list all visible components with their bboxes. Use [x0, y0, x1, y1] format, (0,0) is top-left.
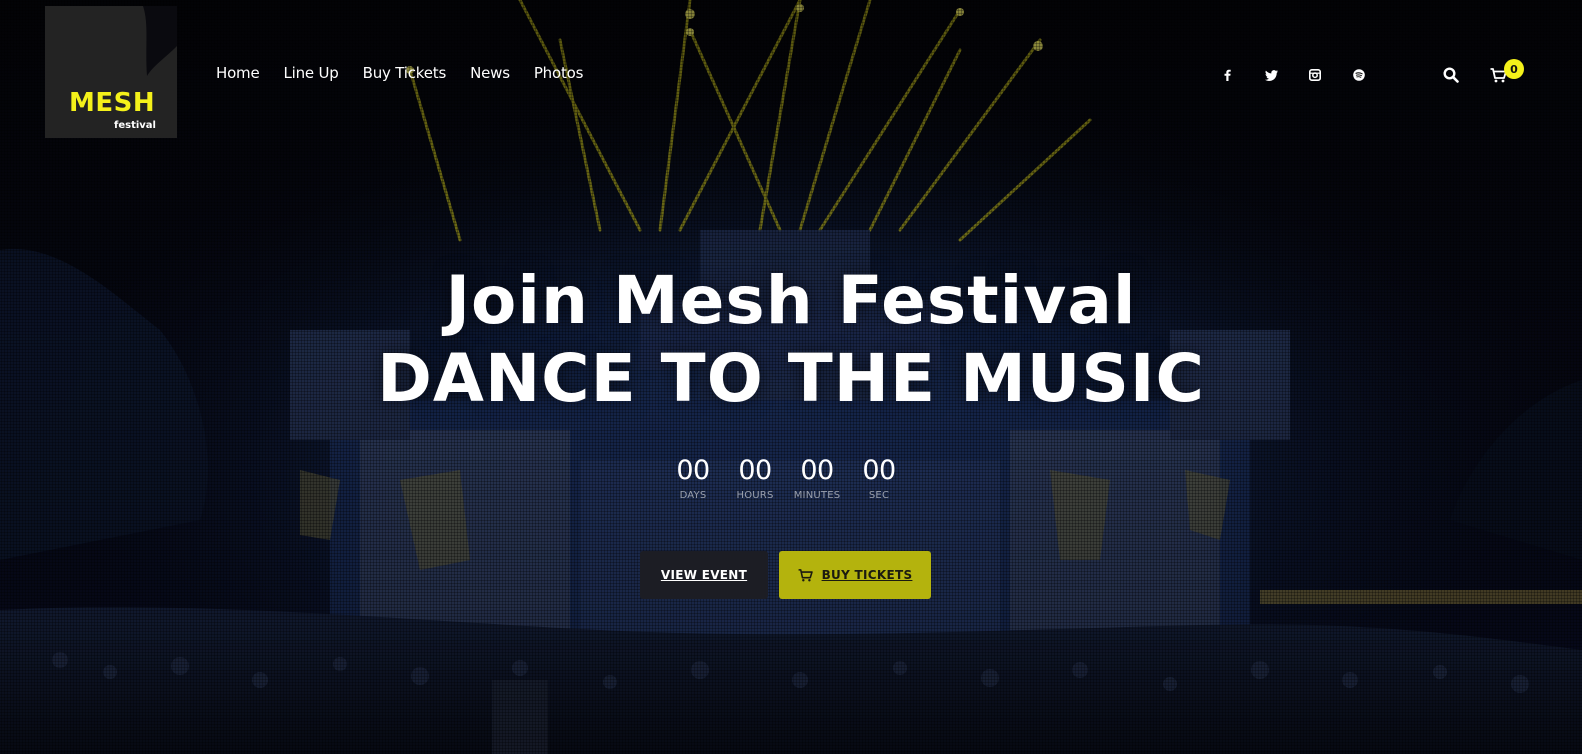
nav-buy-tickets[interactable]: Buy Tickets: [363, 64, 447, 82]
countdown-seconds-label: SEC: [868, 490, 890, 501]
header-tools: 0: [1440, 59, 1524, 85]
nav-news[interactable]: News: [470, 64, 510, 82]
main-nav: Home Line Up Buy Tickets News Photos: [216, 64, 607, 82]
countdown-days-label: DAYS: [679, 490, 707, 501]
countdown-hours-label: HOURS: [736, 490, 774, 501]
cart-count-badge: 0: [1504, 59, 1524, 79]
spotify-icon[interactable]: [1350, 66, 1368, 84]
logo-shape: [143, 6, 177, 76]
site-logo[interactable]: MESH festival: [45, 6, 177, 138]
twitter-icon[interactable]: [1262, 66, 1280, 84]
countdown-minutes-label: MINUTES: [793, 490, 841, 501]
countdown-days-value: 00: [676, 455, 710, 486]
countdown-minutes-value: 00: [800, 455, 834, 486]
countdown-hours-value: 00: [738, 455, 772, 486]
social-links: [1218, 66, 1394, 84]
facebook-icon[interactable]: [1218, 66, 1236, 84]
countdown-days: 00 DAYS: [662, 455, 724, 502]
hero-title-line1: Join Mesh Festival: [445, 262, 1137, 339]
view-event-button[interactable]: VIEW EVENT: [640, 551, 768, 599]
hero-title-line2: DANCE TO THE MUSIC: [377, 340, 1205, 417]
countdown-seconds: 00 SEC: [848, 455, 910, 502]
countdown-seconds-value: 00: [862, 455, 896, 486]
buy-tickets-label: BUY TICKETS: [821, 568, 913, 582]
view-event-label: VIEW EVENT: [660, 568, 748, 582]
cart-icon[interactable]: 0: [1487, 59, 1524, 85]
countdown-timer: 00 DAYS 00 HOURS 00 MINUTES 00 SEC: [662, 455, 910, 502]
logo-tagline: festival: [114, 120, 156, 131]
instagram-icon[interactable]: [1306, 66, 1324, 84]
cart-icon: [798, 568, 813, 582]
search-icon[interactable]: [1440, 65, 1462, 85]
countdown-hours: 00 HOURS: [724, 455, 786, 502]
countdown-minutes: 00 MINUTES: [786, 455, 848, 502]
buy-tickets-button[interactable]: BUY TICKETS: [779, 551, 931, 599]
logo-name: MESH: [69, 88, 156, 118]
nav-photos[interactable]: Photos: [534, 64, 584, 82]
nav-home[interactable]: Home: [216, 64, 260, 82]
nav-line-up[interactable]: Line Up: [284, 64, 339, 82]
